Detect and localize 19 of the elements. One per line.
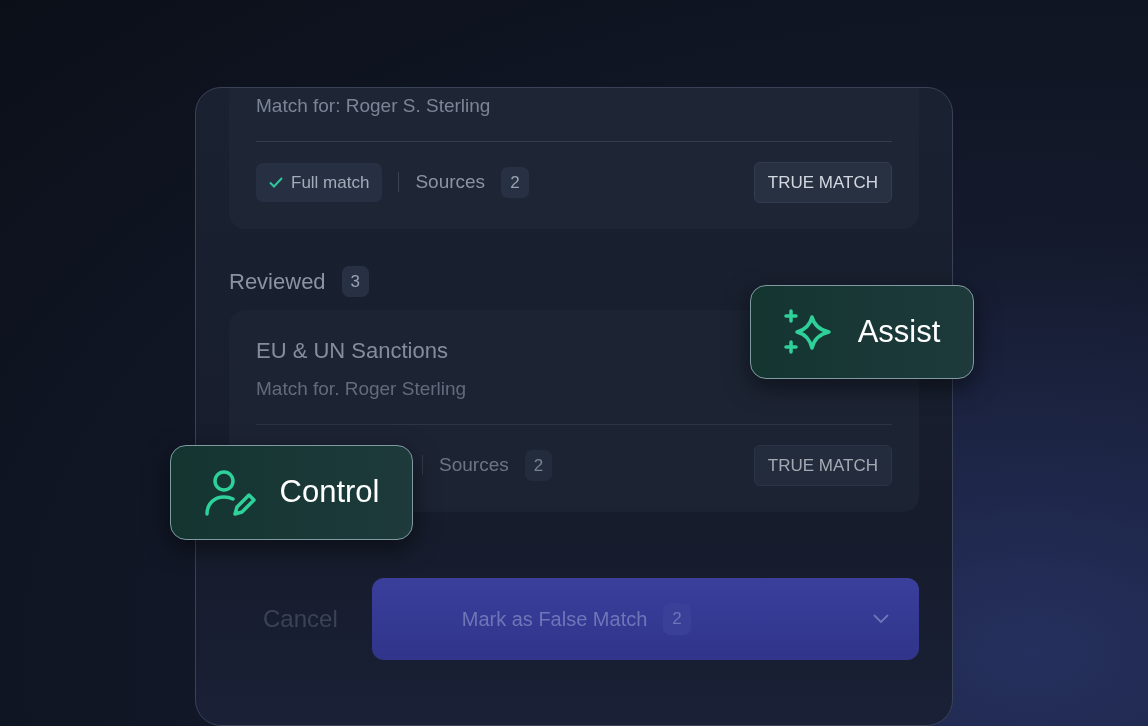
sources-label: Sources [415,170,486,194]
count-badge: 3 [341,265,370,298]
true-match-button[interactable]: TRUE MATCH [753,161,892,203]
section-title: Reviewed [229,268,326,296]
chevron-down-icon [873,614,889,624]
match-for-text: Match for: Roger S. Sterling [256,94,492,118]
button-label: Mark as False Match [461,607,648,632]
sparkle-icon [783,307,834,357]
count-badge: 2 [501,166,529,198]
true-match-button[interactable]: TRUE MATCH [753,444,892,486]
check-icon [269,176,283,188]
card-title: EU & UN Sanctions [256,337,449,365]
count-badge: 2 [524,449,553,481]
badge-label: Control [279,473,380,512]
user-edit-icon [203,468,256,517]
match-for-text: Match for. Roger Sterling [256,377,468,401]
badge-label: Assist [857,312,941,351]
match-chip: Full match [256,162,383,202]
sources-label: Sources [439,453,509,477]
